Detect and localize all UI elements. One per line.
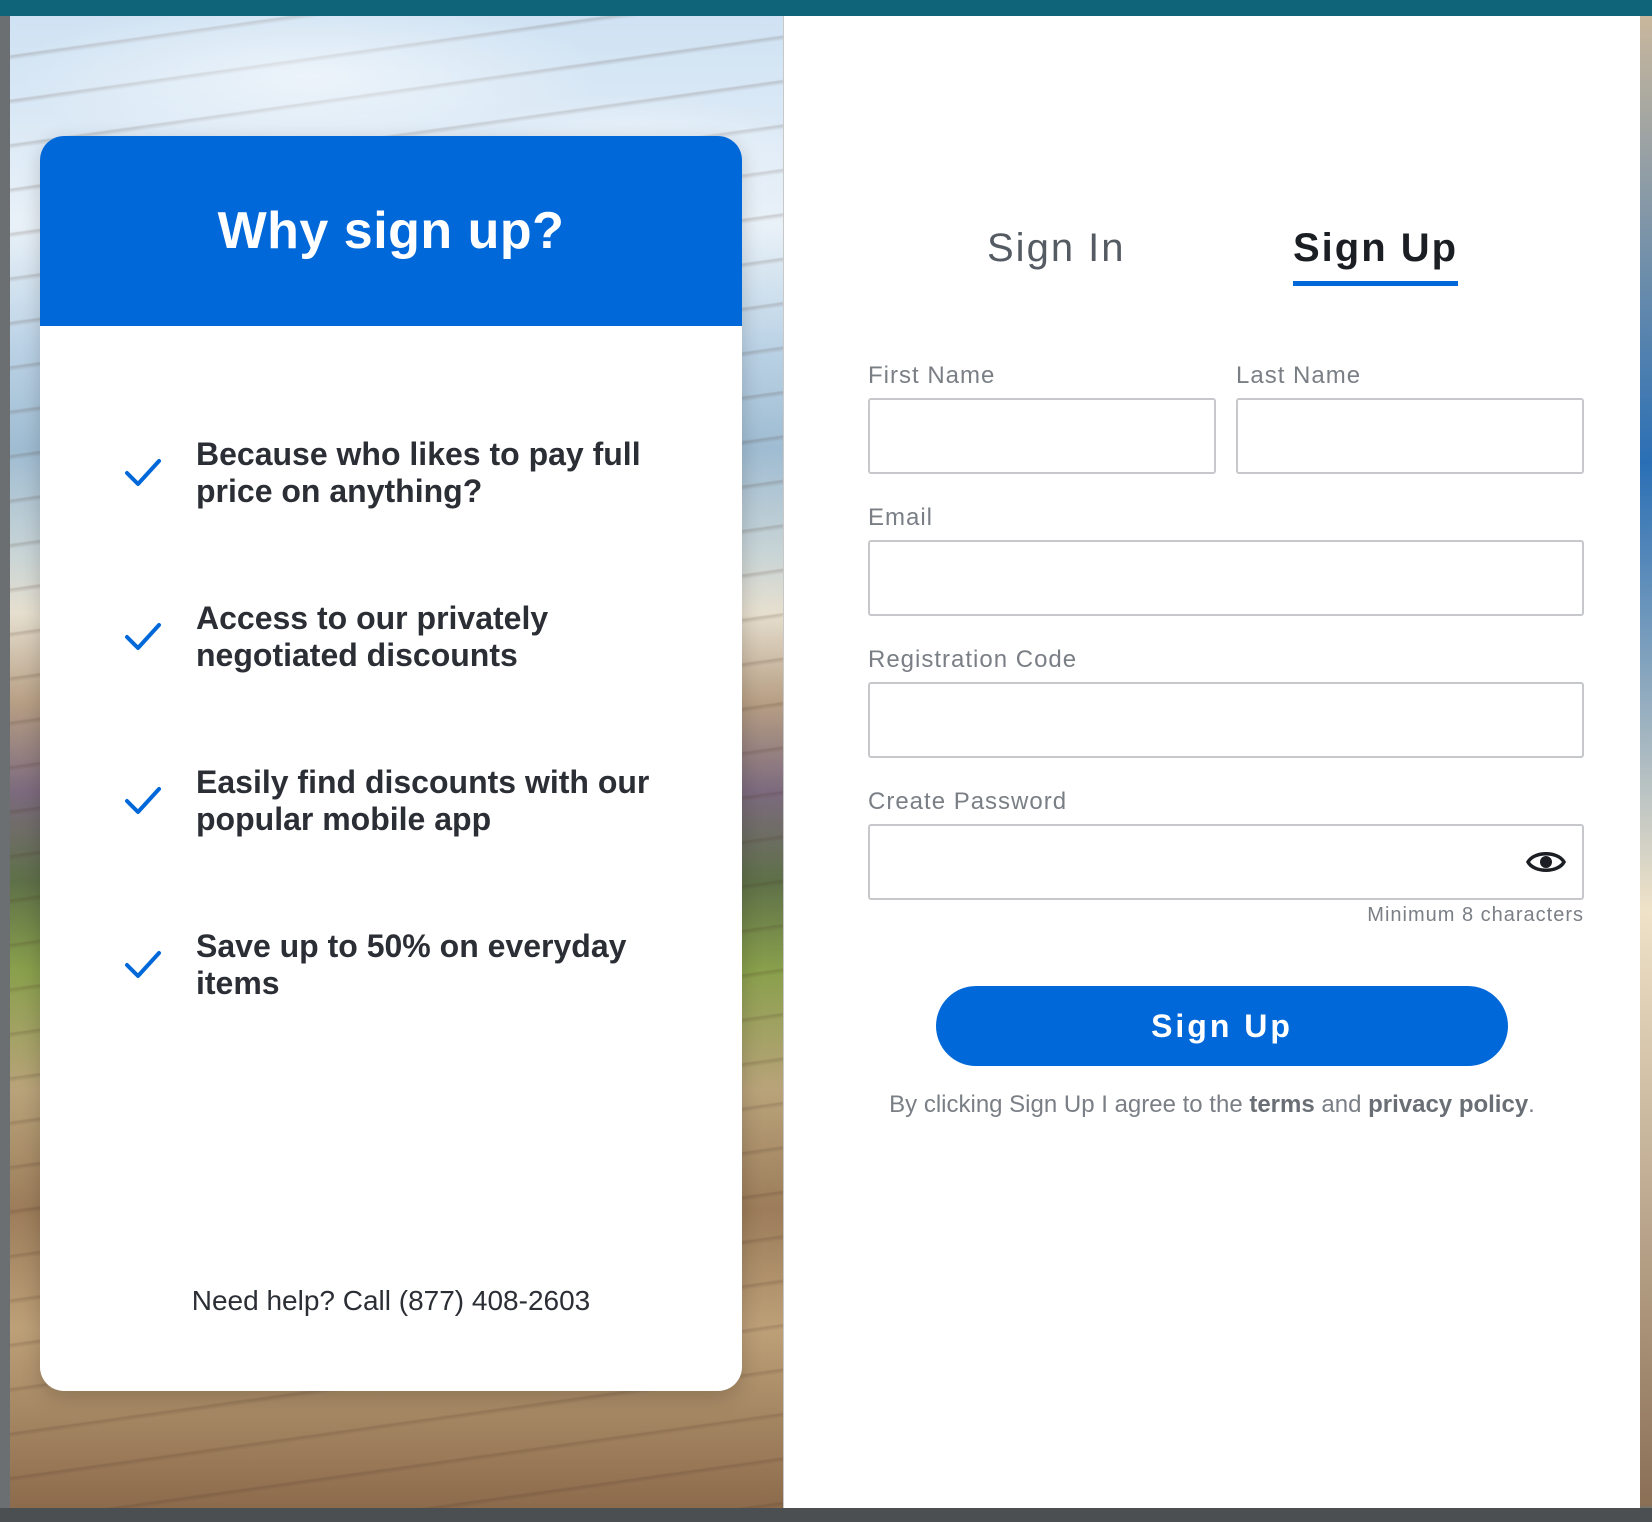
benefit-item: Because who likes to pay full price on a…: [40, 434, 742, 512]
tab-sign-in[interactable]: Sign In: [987, 226, 1126, 281]
benefit-text: Easily find discounts with our popular m…: [196, 764, 650, 837]
signup-modal: Why sign up? Because who likes to pay fu…: [10, 16, 1640, 1508]
why-header: Why sign up?: [40, 136, 742, 326]
terms-link[interactable]: terms: [1249, 1091, 1314, 1118]
email-group: Email: [868, 504, 1584, 616]
password-input[interactable]: [868, 824, 1584, 900]
signup-form: First Name Last Name Email Registration …: [868, 362, 1584, 927]
name-row: First Name Last Name: [868, 362, 1584, 504]
benefit-item: Access to our privately negotiated disco…: [40, 598, 742, 676]
tab-sign-up[interactable]: Sign Up: [1293, 226, 1459, 286]
benefits-list: Because who likes to pay full price on a…: [40, 326, 742, 1004]
signup-form-pane: Sign In Sign Up First Name Last Name Ema…: [784, 16, 1640, 1508]
checkmark-icon: [125, 951, 161, 978]
help-phone-text: Need help? Call (877) 408-2603: [191, 1285, 591, 1316]
registration-code-label: Registration Code: [868, 646, 1078, 673]
first-name-input[interactable]: [868, 398, 1216, 474]
agreement-suffix: .: [1528, 1091, 1535, 1118]
backdrop-edge: [1640, 16, 1652, 1506]
sign-up-button[interactable]: Sign Up: [936, 986, 1508, 1066]
checkmark-icon: [125, 459, 161, 486]
why-signup-card: Why sign up? Because who likes to pay fu…: [40, 136, 742, 1391]
why-title: Why sign up?: [217, 202, 565, 260]
backdrop-bottom: [0, 1508, 1652, 1522]
registration-code-group: Registration Code: [868, 646, 1584, 758]
password-group: Create Password Minimum 8 characters: [868, 788, 1584, 927]
email-input[interactable]: [868, 540, 1584, 616]
password-hint: Minimum 8 characters: [1367, 904, 1584, 926]
benefit-text: Save up to 50% on everyday items: [196, 928, 627, 1001]
registration-code-input[interactable]: [868, 682, 1584, 758]
benefit-text: Because who likes to pay full price on a…: [196, 436, 641, 509]
agreement-text: By clicking Sign Up I agree to the terms…: [784, 1091, 1640, 1119]
auth-tabs: Sign In Sign Up: [784, 226, 1640, 306]
agreement-prefix: By clicking Sign Up I agree to the: [889, 1091, 1250, 1118]
last-name-label: Last Name: [1236, 362, 1362, 389]
first-name-group: First Name: [868, 362, 1216, 474]
password-label: Create Password: [868, 788, 1068, 815]
benefit-item: Save up to 50% on everyday items: [40, 926, 742, 1004]
eye-icon[interactable]: [1526, 846, 1566, 878]
hero-image-pane: Why sign up? Because who likes to pay fu…: [10, 16, 783, 1508]
checkmark-icon: [125, 623, 161, 650]
agreement-and: and: [1314, 1091, 1369, 1118]
benefit-item: Easily find discounts with our popular m…: [40, 762, 742, 840]
last-name-group: Last Name: [1236, 362, 1584, 474]
last-name-input[interactable]: [1236, 398, 1584, 474]
privacy-policy-link[interactable]: privacy policy: [1368, 1091, 1528, 1118]
checkmark-icon: [125, 787, 161, 814]
email-label: Email: [868, 504, 934, 531]
benefit-text: Access to our privately negotiated disco…: [196, 600, 549, 673]
password-wrapper: [868, 824, 1584, 900]
first-name-label: First Name: [868, 362, 996, 389]
